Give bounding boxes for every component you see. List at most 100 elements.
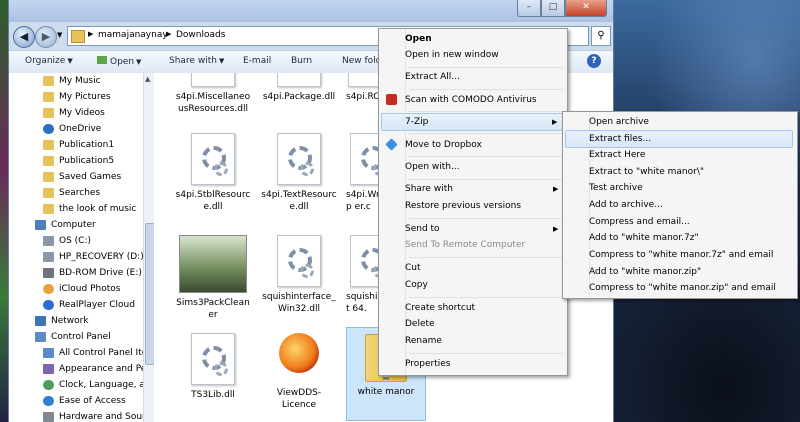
nav-item-hp-recovery[interactable]: HP_RECOVERY (D:) (9, 249, 143, 265)
scroll-up-icon[interactable]: ▲ (145, 75, 150, 83)
menu-item-label: Open (405, 34, 432, 44)
email-button[interactable]: E-mail (243, 56, 271, 66)
nav-item-control-panel[interactable]: Control Panel (9, 329, 143, 345)
menu-item-extract-files[interactable]: Extract files... (565, 130, 793, 148)
nav-item-icloud-photos[interactable]: iCloud Photos (9, 281, 143, 297)
nav-item-publication5[interactable]: Publication5 (9, 153, 143, 169)
nav-item-my-music[interactable]: My Music (9, 73, 143, 89)
nav-item-clock-language[interactable]: Clock, Language, an (9, 377, 143, 393)
nav-item-bd-rom[interactable]: BD-ROM Drive (E:) (9, 265, 143, 281)
menu-item-rename[interactable]: Rename (381, 333, 563, 349)
close-button[interactable]: ✕ (565, 0, 607, 17)
nav-item-label: BD-ROM Drive (E:) (59, 268, 142, 278)
back-arrow-icon: ◀ (19, 30, 29, 43)
menu-item-dropbox[interactable]: Move to Dropbox (381, 137, 563, 153)
menu-item-send-to[interactable]: Send to ▶ (381, 221, 563, 237)
nav-item-network[interactable]: Network (9, 313, 143, 329)
menu-item-label: Properties (405, 359, 451, 369)
nav-item-os-c[interactable]: OS (C:) (9, 233, 143, 249)
menu-item-restore-previous[interactable]: Restore previous versions (381, 198, 563, 214)
file-item[interactable]: squishinterface_Win32.dll (260, 235, 338, 315)
nav-item-all-control-panel[interactable]: All Control Panel Iter (9, 345, 143, 361)
nav-item-the-look-of-music[interactable]: the look of music (9, 201, 143, 217)
file-item[interactable]: ViewDDS-Licence (260, 333, 338, 411)
menu-item-compress-zip-email[interactable]: Compress to "white manor.zip" and email (565, 280, 793, 296)
nav-item-appearance[interactable]: Appearance and Pers (9, 361, 143, 377)
menu-item-properties[interactable]: Properties (381, 356, 563, 372)
menu-item-add-to-zip[interactable]: Add to "white manor.zip" (565, 264, 793, 280)
nav-item-label: HP_RECOVERY (D:) (59, 252, 143, 262)
chevron-down-icon: ▼ (67, 57, 73, 65)
menu-item-delete[interactable]: Delete (381, 316, 563, 332)
share-with-button[interactable]: Share with ▼ (169, 56, 224, 66)
menu-item-copy[interactable]: Copy (381, 277, 563, 293)
firefox-icon (278, 333, 320, 383)
nav-pane-scrollbar[interactable]: ▲ (143, 73, 155, 422)
file-item[interactable]: s4pi.Package.dll (260, 73, 338, 103)
nav-item-ease-of-access[interactable]: Ease of Access (9, 393, 143, 409)
breadcrumb-mamajanaynay[interactable]: mamajanaynay (98, 30, 168, 40)
menu-item-add-to-archive[interactable]: Add to archive... (565, 197, 793, 213)
menu-item-extract-all[interactable]: Extract All... (381, 69, 563, 85)
menu-item-compress-and-email[interactable]: Compress and email... (565, 214, 793, 230)
open-button[interactable]: Open ▼ (97, 56, 141, 67)
realplayer-icon (43, 300, 54, 310)
pictures-folder-icon (43, 92, 54, 102)
menu-item-test-archive[interactable]: Test archive (565, 180, 793, 196)
nav-item-searches[interactable]: Searches (9, 185, 143, 201)
menu-item-label: Test archive (589, 183, 643, 193)
nav-item-my-videos[interactable]: My Videos (9, 105, 143, 121)
file-item[interactable]: Sims3PackCleaner (174, 235, 252, 321)
nav-item-realplayer-cloud[interactable]: RealPlayer Cloud (9, 297, 143, 313)
help-button[interactable]: ? (587, 54, 601, 68)
title-bar[interactable]: – □ ✕ (9, 0, 613, 22)
dll-icon (191, 333, 235, 385)
back-button[interactable]: ◀ (13, 26, 35, 48)
nav-item-publication1[interactable]: Publication1 (9, 137, 143, 153)
file-item[interactable]: s4pi.TextResource.dll (260, 133, 338, 213)
menu-item-extract-to-folder[interactable]: Extract to "white manor\" (565, 164, 793, 180)
menu-item-7zip[interactable]: 7-Zip ▶ (381, 113, 563, 131)
videos-folder-icon (43, 108, 54, 118)
organize-label: Organize (25, 56, 66, 66)
submenu-arrow-icon: ▶ (553, 185, 559, 193)
menu-item-create-shortcut[interactable]: Create shortcut (381, 300, 563, 316)
forward-button[interactable]: ▶ (35, 26, 57, 48)
menu-item-compress-7z-email[interactable]: Compress to "white manor.7z" and email (565, 247, 793, 263)
menu-item-comodo[interactable]: Scan with COMODO Antivirus (381, 92, 563, 108)
organize-button[interactable]: Organize ▼ (25, 56, 73, 66)
nav-item-hardware-and-sound[interactable]: Hardware and Sound (9, 409, 143, 422)
nav-item-label: Publication1 (59, 140, 115, 150)
maximize-button[interactable]: □ (541, 0, 565, 17)
menu-item-label: Compress and email... (589, 217, 690, 227)
burn-button[interactable]: Burn (291, 56, 312, 66)
minimize-button[interactable]: – (517, 0, 541, 17)
desktop-left-edge (0, 0, 8, 422)
menu-item-open-archive[interactable]: Open archive (565, 114, 793, 130)
breadcrumb-downloads[interactable]: Downloads (176, 30, 225, 40)
nav-item-label: Network (51, 316, 89, 326)
nav-item-label: Saved Games (59, 172, 122, 182)
nav-item-saved-games[interactable]: Saved Games (9, 169, 143, 185)
chevron-down-icon: ▼ (136, 58, 142, 66)
nav-item-computer[interactable]: Computer (9, 217, 143, 233)
menu-item-cut[interactable]: Cut (381, 260, 563, 276)
menu-item-open-with[interactable]: Open with... (381, 159, 563, 175)
7zip-submenu: Open archive Extract files... Extract He… (562, 111, 798, 299)
file-item[interactable]: s4pi.StblResource.dll (174, 133, 252, 213)
drive-icon (43, 252, 54, 262)
appearance-icon (43, 364, 54, 374)
dll-icon (191, 133, 235, 185)
menu-item-share-with[interactable]: Share with ▶ (381, 181, 563, 197)
menu-item-add-to-7z[interactable]: Add to "white manor.7z" (565, 230, 793, 246)
recent-pages-chevron-icon[interactable]: ▼ (57, 31, 62, 39)
menu-item-open[interactable]: Open (381, 31, 563, 47)
menu-item-send-to-remote[interactable]: Send To Remote Computer (381, 237, 563, 253)
nav-item-onedrive[interactable]: OneDrive (9, 121, 143, 137)
menu-item-extract-here[interactable]: Extract Here (565, 147, 793, 163)
file-item[interactable]: TS3Lib.dll (174, 333, 252, 401)
menu-item-open-new-window[interactable]: Open in new window (381, 47, 563, 63)
file-item[interactable]: s4pi.MiscellaneousResources.dll (174, 73, 252, 115)
search-button[interactable]: ⚲ (591, 26, 611, 46)
nav-item-my-pictures[interactable]: My Pictures (9, 89, 143, 105)
